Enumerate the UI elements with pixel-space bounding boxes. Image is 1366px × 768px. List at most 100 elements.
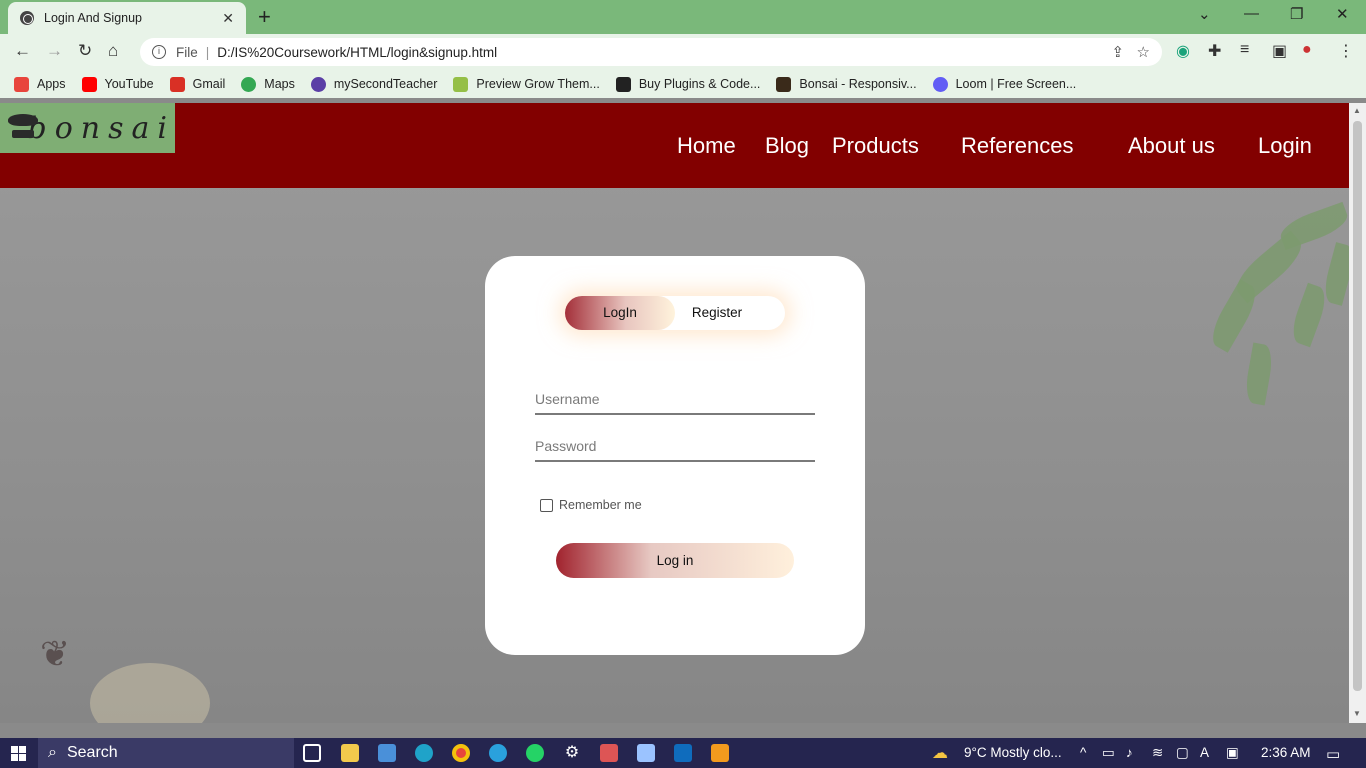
- url-text[interactable]: D:/IS%20Coursework/HTML/login&signup.htm…: [217, 45, 497, 60]
- chrome-icon[interactable]: [452, 744, 470, 762]
- edge-icon[interactable]: [415, 744, 433, 762]
- profile-avatar-icon[interactable]: ●: [1302, 41, 1312, 59]
- address-bar[interactable]: i File | D:/IS%20Coursework/HTML/login&s…: [140, 38, 1162, 66]
- sublime-text-icon[interactable]: [711, 744, 729, 762]
- clock[interactable]: 2:36 AM: [1261, 745, 1311, 760]
- windows-start-icon[interactable]: [11, 746, 26, 761]
- tab-search-icon[interactable]: ⌄: [1198, 5, 1211, 23]
- site-logo[interactable]: bonsai: [0, 103, 175, 153]
- restore-icon[interactable]: ❐: [1290, 5, 1303, 23]
- leaf-decoration: [1129, 193, 1349, 453]
- scroll-down-icon[interactable]: ▼: [1353, 709, 1361, 718]
- username-input[interactable]: [535, 385, 815, 415]
- bookmarks-bar: Apps YouTube Gmail Maps mySecondTeacher …: [0, 70, 1366, 98]
- photos-icon[interactable]: [674, 744, 692, 762]
- volume-icon[interactable]: ♪: [1126, 745, 1133, 760]
- grammarly-extension-icon[interactable]: ◉: [1176, 41, 1190, 61]
- minimize-icon[interactable]: —: [1244, 5, 1259, 22]
- youtube-icon: [81, 76, 97, 92]
- mysecondteacher-icon: [310, 76, 326, 92]
- loom-icon: [932, 76, 948, 92]
- codecanyon-icon: [615, 76, 631, 92]
- telegram-icon[interactable]: [489, 744, 507, 762]
- browser-toolbar: ← → ↻ ⌂ i File | D:/IS%20Coursework/HTML…: [0, 34, 1366, 70]
- battery-icon[interactable]: ▭: [1102, 745, 1115, 761]
- bookmark-preview-grow[interactable]: Preview Grow Them...: [453, 76, 600, 92]
- remember-me-checkbox[interactable]: [540, 498, 553, 512]
- reload-icon[interactable]: ↻: [78, 41, 92, 61]
- toggle-login-button[interactable]: LogIn: [565, 296, 675, 330]
- language-icon[interactable]: A: [1200, 745, 1209, 760]
- meet-icon[interactable]: ▢: [1176, 745, 1189, 761]
- page-viewport: ❦ bonsai Home Blog Products References A…: [0, 103, 1349, 723]
- back-icon[interactable]: ←: [14, 41, 31, 61]
- maps-icon: [241, 76, 257, 92]
- menu-icon[interactable]: ⋮: [1338, 41, 1354, 61]
- weather-icon[interactable]: ☁: [932, 743, 948, 763]
- apps-grid-icon: [14, 76, 29, 92]
- logo-text: bonsai: [27, 110, 175, 146]
- side-panel-icon[interactable]: ▣: [1272, 41, 1287, 61]
- nav-login[interactable]: Login: [1258, 133, 1312, 159]
- bookmark-loom[interactable]: Loom | Free Screen...: [932, 76, 1076, 92]
- nav-references[interactable]: References: [961, 133, 1074, 159]
- remember-me-label: Remember me: [559, 498, 642, 512]
- browser-tab[interactable]: Login And Signup ✕: [8, 2, 246, 34]
- site-header: bonsai Home Blog Products References Abo…: [0, 103, 1349, 188]
- nav-home[interactable]: Home: [677, 133, 736, 159]
- nav-products[interactable]: Products: [832, 133, 919, 159]
- bookmark-buy-plugins[interactable]: Buy Plugins & Code...: [615, 76, 760, 92]
- bookmark-bonsai[interactable]: Bonsai - Responsiv...: [776, 76, 917, 92]
- nav-blog[interactable]: Blog: [765, 133, 809, 159]
- whatsapp-icon[interactable]: [526, 744, 544, 762]
- notifications-icon[interactable]: ▭: [1326, 745, 1340, 763]
- toggle-register-button[interactable]: Register: [662, 296, 772, 330]
- bonsai-icon: [776, 76, 792, 92]
- gmail-icon: [169, 76, 185, 92]
- app-icon[interactable]: [600, 744, 618, 762]
- login-register-toggle: LogIn Register: [565, 296, 785, 330]
- globe-icon: [20, 11, 34, 25]
- new-tab-icon[interactable]: +: [258, 4, 271, 30]
- info-icon[interactable]: i: [152, 45, 166, 59]
- task-view-icon[interactable]: [303, 744, 321, 762]
- taskbar-search[interactable]: ⌕ Search: [38, 738, 294, 768]
- scrollbar-thumb[interactable]: [1353, 121, 1362, 691]
- home-icon[interactable]: ⌂: [108, 41, 118, 61]
- close-window-icon[interactable]: ✕: [1336, 5, 1349, 23]
- password-input[interactable]: [535, 432, 815, 462]
- nav-about-us[interactable]: About us: [1128, 133, 1215, 159]
- notepad-icon[interactable]: [637, 744, 655, 762]
- search-icon: ⌕: [48, 744, 57, 761]
- bookmark-mysecondteacher[interactable]: mySecondTeacher: [310, 76, 437, 92]
- store-icon[interactable]: [378, 744, 396, 762]
- close-tab-icon[interactable]: ✕: [222, 10, 234, 27]
- media-icon[interactable]: ≡: [1240, 41, 1249, 59]
- login-submit-button[interactable]: Log in: [556, 543, 794, 578]
- url-scheme: File: [176, 44, 198, 60]
- tab-title: Login And Signup: [44, 11, 143, 25]
- tray-chevron-icon[interactable]: ^: [1080, 745, 1086, 760]
- login-card: LogIn Register Remember me Log in: [485, 256, 865, 655]
- shopify-icon: [453, 76, 469, 92]
- extensions-icon[interactable]: ✚: [1208, 41, 1221, 61]
- bookmark-gmail[interactable]: Gmail: [169, 76, 225, 92]
- settings-gear-icon[interactable]: ⚙: [563, 744, 581, 762]
- flower-decoration: [90, 663, 210, 723]
- remember-me[interactable]: Remember me: [540, 498, 642, 512]
- weather-text[interactable]: 9°C Mostly clo...: [964, 745, 1062, 760]
- bookmark-maps[interactable]: Maps: [241, 76, 295, 92]
- bonsai-tree-icon: [4, 108, 38, 148]
- bookmark-youtube[interactable]: YouTube: [81, 76, 154, 92]
- share-star-icons[interactable]: ⇪ ☆: [1111, 43, 1150, 61]
- input-icon[interactable]: ▣: [1226, 745, 1239, 761]
- forward-icon[interactable]: →: [46, 41, 63, 61]
- file-explorer-icon[interactable]: [341, 744, 359, 762]
- butterfly-icon: ❦: [40, 633, 71, 674]
- bookmark-apps[interactable]: Apps: [14, 76, 66, 92]
- wifi-icon[interactable]: ≋: [1152, 745, 1163, 761]
- taskbar-search-label: Search: [66, 744, 118, 761]
- windows-taskbar: ⌕ Search ⚙ ☁ 9°C Mostly clo... ^ ▭ ♪ ≋ ▢…: [0, 738, 1366, 768]
- scroll-up-icon[interactable]: ▲: [1353, 106, 1361, 115]
- page-scrollbar[interactable]: ▲ ▼: [1349, 103, 1366, 723]
